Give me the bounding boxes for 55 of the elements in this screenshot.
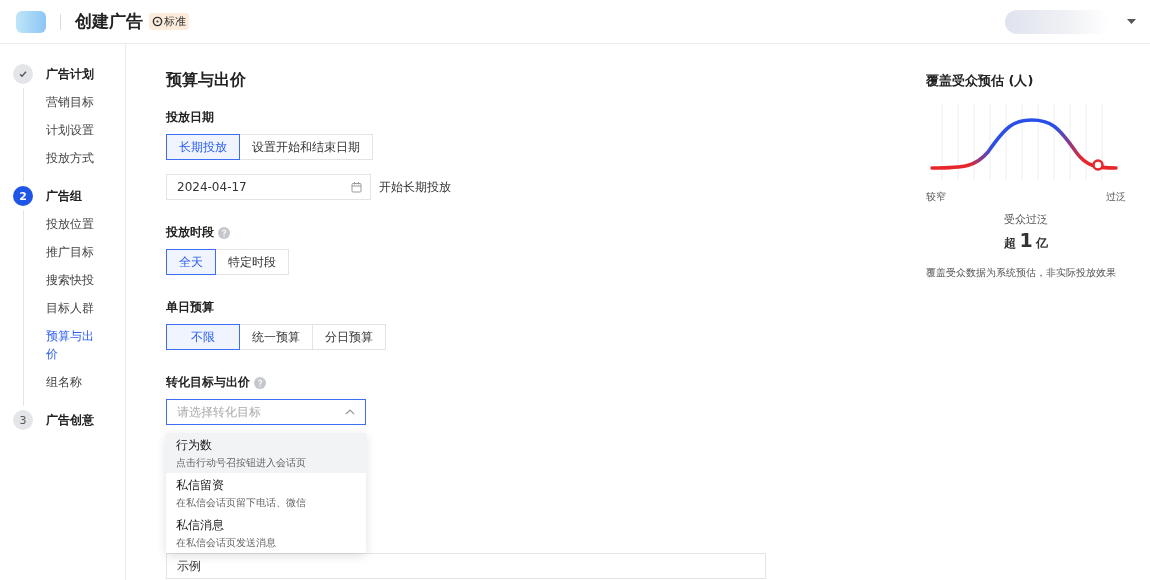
nav-item[interactable]: 投放位置 xyxy=(46,210,102,238)
logo-icon xyxy=(16,10,46,33)
option-title: 私信留资 xyxy=(176,476,225,494)
nav-item[interactable]: 推广目标 xyxy=(46,238,102,266)
field-label: 单日预算 xyxy=(166,299,214,316)
step-title[interactable]: 广告创意 xyxy=(46,410,125,430)
segment-option[interactable]: 特定时段 xyxy=(215,249,289,275)
axis-label: 过泛 xyxy=(1106,190,1126,204)
date-field[interactable]: 2024-04-17 xyxy=(166,174,371,200)
field-label: 投放时段 xyxy=(166,224,214,241)
menu-option[interactable]: 行为数 点击行动号召按钮进入会话页 xyxy=(166,433,366,473)
help-icon[interactable] xyxy=(254,376,266,389)
section-title: 预算与出价 xyxy=(166,70,247,91)
menu-option[interactable]: 私信消息 在私信会话页发送消息 xyxy=(166,513,366,553)
chevron-icon xyxy=(345,409,355,415)
field-label: 转化目标与出价 xyxy=(166,374,250,391)
option-description: 在私信会话页发送消息 xyxy=(176,535,277,550)
menu-option[interactable]: 私信留资 在私信会话页留下电话、微信 xyxy=(166,473,366,513)
edition-badge: 标准 xyxy=(149,13,189,30)
segment-option[interactable]: 统一预算 xyxy=(239,324,313,350)
date-hint: 开始长期投放 xyxy=(379,178,451,196)
nav-item[interactable]: 组名称 xyxy=(46,368,102,396)
nav-item[interactable]: 搜索快投 xyxy=(46,266,102,294)
nav-item[interactable]: 预算与出价 xyxy=(46,322,102,368)
segment-option[interactable]: 不限 xyxy=(166,324,240,350)
nav-item[interactable]: 计划设置 xyxy=(46,116,102,144)
help-icon[interactable] xyxy=(218,226,230,239)
estimate-note: 覆盖受众数据为系统预估，非实际投放效果 xyxy=(926,266,1117,280)
segment-option[interactable]: 分日预算 xyxy=(312,324,386,350)
step-title[interactable]: 广告计划 xyxy=(46,64,125,84)
caret-icon[interactable] xyxy=(1127,18,1136,25)
option-title: 行为数 xyxy=(176,436,213,454)
segment-option[interactable]: 长期投放 xyxy=(166,134,240,160)
clock-icon xyxy=(152,16,163,27)
segment-option[interactable]: 全天 xyxy=(166,249,216,275)
step-number: 2 xyxy=(13,186,33,206)
calendar-icon xyxy=(351,181,362,193)
option-description: 在私信会话页留下电话、微信 xyxy=(176,495,307,510)
axis-label: 较窄 xyxy=(926,190,946,204)
step-number: 3 xyxy=(13,410,33,430)
option-description: 点击行动号召按钮进入会话页 xyxy=(176,455,307,470)
amount-prefix: 超 xyxy=(1004,235,1017,252)
amount-value: 1 xyxy=(1019,229,1033,251)
step-title[interactable]: 广告组 xyxy=(46,186,125,206)
segment-option[interactable]: 设置开始和结束日期 xyxy=(239,134,373,160)
text-field[interactable]: 示例 xyxy=(166,553,766,579)
option-title: 私信消息 xyxy=(176,516,225,534)
nav-item[interactable]: 投放方式 xyxy=(46,144,102,172)
panel-title: 覆盖受众预估 (人) xyxy=(926,72,1035,90)
amount-unit: 亿 xyxy=(1035,235,1048,252)
field-label: 投放日期 xyxy=(166,109,214,126)
nav-item[interactable]: 目标人群 xyxy=(46,294,102,322)
nav-item[interactable]: 营销目标 xyxy=(46,88,102,116)
page-title: 创建广告 xyxy=(75,10,143,33)
audience-status: 受众过泛 xyxy=(1003,212,1049,227)
